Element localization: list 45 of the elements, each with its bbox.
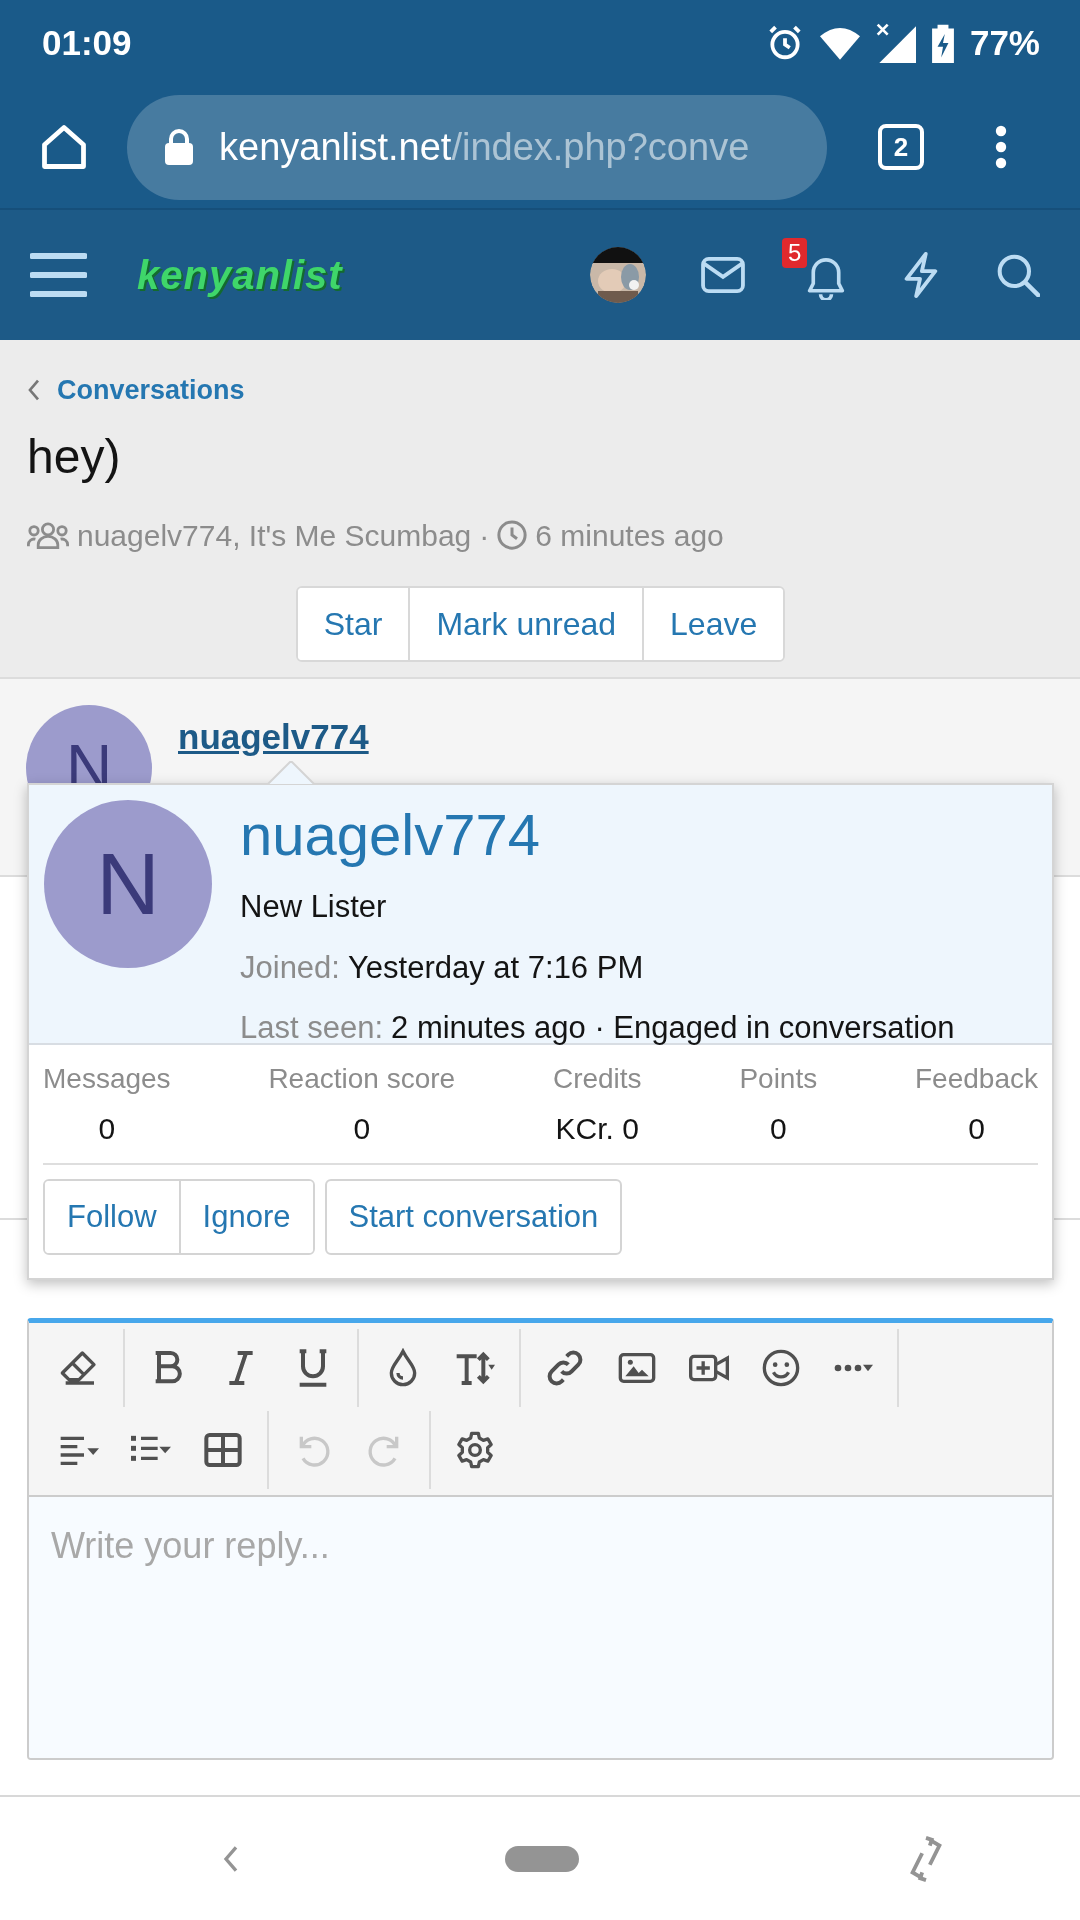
user-title: New Lister — [240, 888, 388, 926]
battery-icon — [931, 23, 954, 63]
signal-icon — [875, 23, 916, 63]
info-value: 2 minutes ago · Engaged in conversation — [391, 1009, 955, 1047]
stat-label: Reaction score — [268, 1061, 456, 1096]
search-icon[interactable] — [996, 253, 1040, 297]
stat-label: Points — [739, 1061, 818, 1096]
status-time: 01:09 — [42, 21, 132, 64]
battery-level: 77% — [969, 21, 1040, 64]
lock-icon — [165, 129, 193, 165]
info-label: Joined: — [240, 948, 340, 987]
clock-icon — [497, 520, 528, 550]
stat-label: Credits — [552, 1061, 642, 1096]
notification-badge: 5 — [782, 238, 808, 268]
stat-label: Feedback — [915, 1061, 1038, 1096]
menu-icon[interactable] — [30, 251, 87, 299]
breadcrumb-link[interactable]: Conversations — [57, 370, 245, 411]
profile-avatar[interactable]: N — [44, 800, 212, 968]
mail-icon[interactable] — [700, 256, 746, 294]
separator-dot: · — [479, 517, 490, 554]
conversation-time: 6 minutes ago — [535, 517, 724, 554]
menu-icon[interactable] — [994, 125, 1008, 169]
reply-field[interactable]: Write your reply... — [29, 1497, 1052, 1758]
action-button[interactable]: Leave — [642, 587, 784, 660]
profile-button[interactable]: Ignore — [178, 1181, 313, 1253]
tab-count[interactable]: 2 — [878, 124, 924, 170]
bell-icon[interactable] — [806, 256, 846, 300]
stat-value: 0 — [968, 1110, 985, 1147]
info-label: Last seen: — [240, 1009, 384, 1047]
stat-value: KCr. 0 — [555, 1110, 639, 1147]
start-conversation-button[interactable]: Start conversation — [324, 1179, 623, 1255]
participant-names: nuagelv774, It's Me Scumbag — [77, 517, 472, 554]
stat-value: 0 — [98, 1110, 116, 1147]
site-logo[interactable]: kenyanlist — [137, 245, 367, 305]
chevron-left-icon[interactable] — [27, 378, 41, 403]
url-text: kenyanlist.net/index.php?conve — [219, 124, 750, 170]
conversation-title: hey) — [27, 432, 122, 481]
info-value: Yesterday at 7:16 PM — [347, 948, 644, 987]
stat-value: 0 — [353, 1110, 371, 1147]
home-button[interactable] — [505, 1845, 579, 1872]
wifi-icon — [819, 25, 860, 61]
stat-value: 0 — [769, 1110, 787, 1147]
users-icon — [27, 520, 69, 550]
address-bar[interactable]: kenyanlist.net/index.php?conve — [127, 94, 827, 200]
stat-label: Messages — [43, 1061, 171, 1096]
